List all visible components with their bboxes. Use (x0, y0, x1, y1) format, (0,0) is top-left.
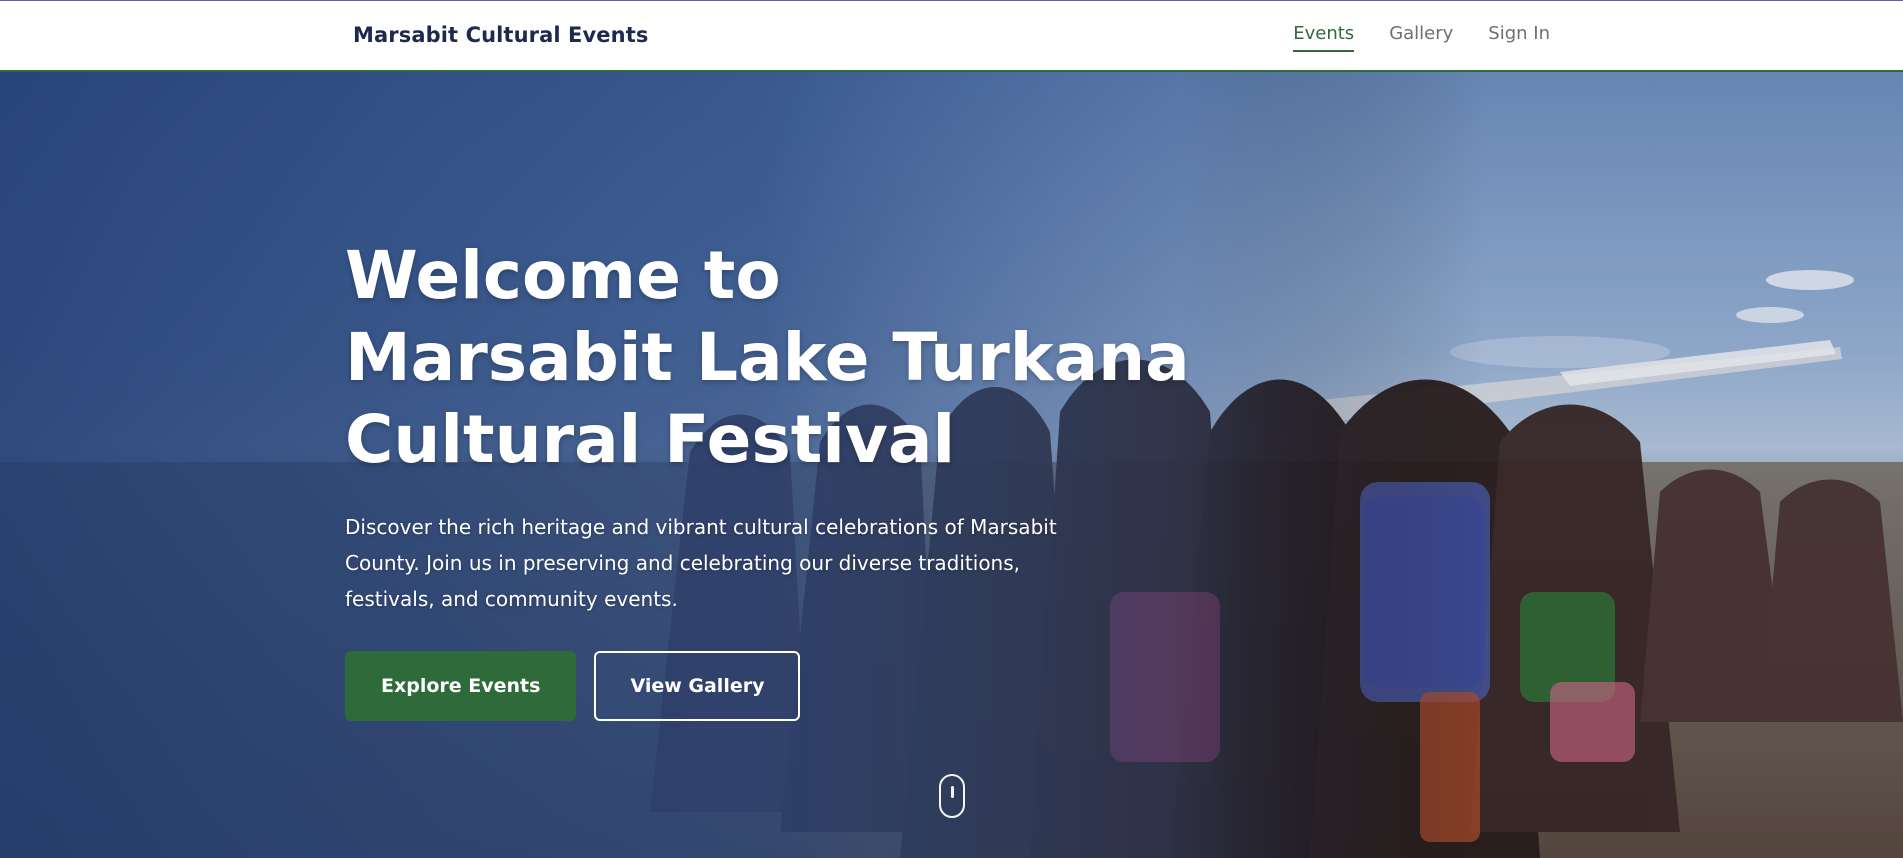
explore-events-button[interactable]: Explore Events (345, 651, 577, 721)
hero-title: Welcome to Marsabit Lake Turkana Cultura… (345, 235, 1190, 481)
hero-description: Discover the rich heritage and vibrant c… (345, 515, 1057, 611)
brand-logo-link[interactable]: Marsabit Cultural Events (353, 23, 648, 47)
main-nav: Events Gallery Sign In (1293, 23, 1550, 52)
hero-title-line-2: Marsabit Lake Turkana (345, 319, 1190, 396)
hero-title-line-3: Cultural Festival (345, 401, 956, 478)
nav-link-sign-in[interactable]: Sign In (1488, 23, 1550, 52)
nav-link-gallery[interactable]: Gallery (1389, 23, 1453, 52)
view-gallery-button[interactable]: View Gallery (594, 651, 801, 721)
top-navigation-bar: Marsabit Cultural Events Events Gallery … (0, 0, 1903, 72)
nav-link-events[interactable]: Events (1293, 23, 1355, 52)
hero-section: Welcome to Marsabit Lake Turkana Cultura… (0, 72, 1903, 858)
hero-content: Welcome to Marsabit Lake Turkana Cultura… (345, 235, 1190, 721)
hero-title-line-1: Welcome to (345, 237, 781, 314)
mouse-scroll-icon[interactable] (939, 774, 965, 818)
hero-actions: Explore Events View Gallery (345, 651, 1085, 721)
mouse-scroll-wheel (951, 786, 954, 798)
